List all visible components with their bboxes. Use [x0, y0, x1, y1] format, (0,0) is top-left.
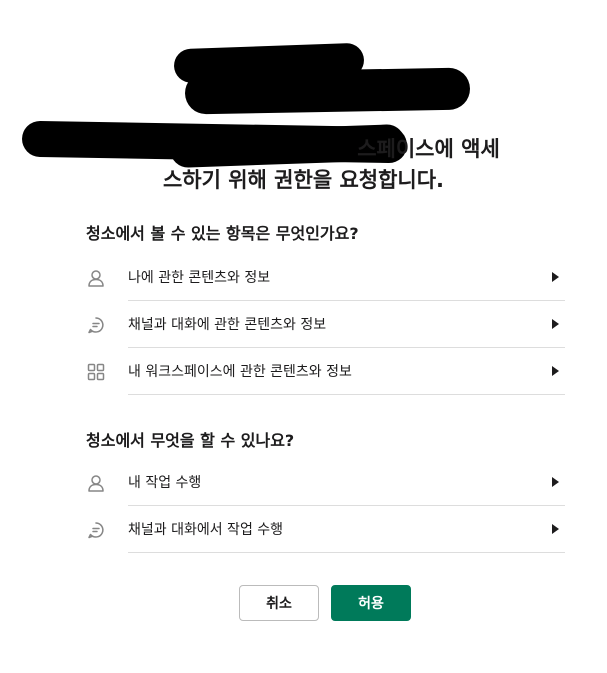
- allow-button[interactable]: 허용: [331, 585, 411, 621]
- user-icon: [82, 264, 110, 292]
- view-permission-row-user-info[interactable]: 나에 관한 콘텐츠와 정보: [80, 254, 565, 301]
- caret-right-icon: [552, 524, 559, 534]
- view-section-title: 청소에서 볼 수 있는 항목은 무엇인가요?: [86, 224, 359, 243]
- do-permission-row-channel-actions[interactable]: 채널과 대화에서 작업 수행: [80, 506, 565, 553]
- heading-line-2: 스하기 위해 권한을 요청합니다.: [162, 168, 445, 192]
- view-permission-label: 채널과 대화에 관한 콘텐츠와 정보: [128, 317, 327, 333]
- caret-right-icon: [552, 319, 559, 329]
- view-permission-label: 나에 관한 콘텐츠와 정보: [128, 270, 271, 286]
- cancel-button[interactable]: 취소: [239, 585, 319, 621]
- permission-request-heading: 스페이스에 액세 스하기 위해 권한을 요청합니다.: [20, 134, 587, 196]
- chat-bubble-icon: [82, 311, 110, 339]
- user-icon: [82, 469, 110, 497]
- do-permission-label: 채널과 대화에서 작업 수행: [128, 522, 284, 538]
- view-permission-row-channels[interactable]: 채널과 대화에 관한 콘텐츠와 정보: [80, 301, 565, 348]
- caret-right-icon: [552, 477, 559, 487]
- view-permissions-list: 나에 관한 콘텐츠와 정보 채널과 대화에 관한 콘텐츠와 정보 내 워크스페이…: [80, 254, 565, 395]
- grid-icon: [82, 358, 110, 386]
- view-permission-row-workspace[interactable]: 내 워크스페이스에 관한 콘텐츠와 정보: [80, 348, 565, 395]
- do-permission-label: 내 작업 수행: [128, 475, 202, 491]
- do-section-title: 청소에서 무엇을 할 수 있나요?: [86, 431, 295, 450]
- chat-bubble-icon: [82, 516, 110, 544]
- do-permissions-list: 내 작업 수행 채널과 대화에서 작업 수행: [80, 459, 565, 553]
- heading-line-1: 스페이스에 액세: [357, 137, 500, 161]
- do-permission-row-user-actions[interactable]: 내 작업 수행: [80, 459, 565, 506]
- view-permission-label: 내 워크스페이스에 관한 콘텐츠와 정보: [128, 364, 352, 380]
- redacted-app-name-middle: [184, 67, 471, 115]
- caret-right-icon: [552, 272, 559, 282]
- caret-right-icon: [552, 366, 559, 376]
